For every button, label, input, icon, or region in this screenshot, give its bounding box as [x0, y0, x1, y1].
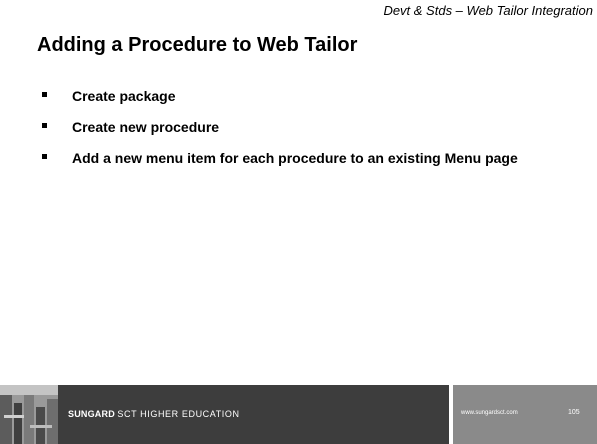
page-number: 105 [568, 409, 580, 416]
bullet-square-icon [42, 123, 47, 128]
bullet-text: Create package [72, 88, 176, 104]
bullet-item: Create package [40, 87, 560, 105]
bullet-item: Create new procedure [40, 118, 560, 136]
bullet-square-icon [42, 92, 47, 97]
brand-division: SCT HIGHER EDUCATION [117, 409, 240, 419]
footer-photo-image [0, 385, 58, 444]
bullet-text: Add a new menu item for each procedure t… [72, 150, 518, 166]
company-logo: SUNGARD SCT HIGHER EDUCATION [68, 409, 240, 419]
footer-band: SUNGARD SCT HIGHER EDUCATION [58, 385, 449, 444]
footer-url: www.sungardsct.com [461, 410, 518, 416]
slide-title: Adding a Procedure to Web Tailor [37, 34, 358, 56]
bullet-square-icon [42, 154, 47, 159]
header-note: Devt & Stds – Web Tailor Integration [383, 3, 593, 18]
bullet-list: Create package Create new procedure Add … [40, 87, 560, 180]
slide: Devt & Stds – Web Tailor Integration Add… [0, 0, 597, 444]
brand-name: SUNGARD [68, 409, 115, 419]
footer: SUNGARD SCT HIGHER EDUCATION www.sungard… [0, 385, 597, 444]
bullet-item: Add a new menu item for each procedure t… [40, 149, 560, 167]
bullet-text: Create new procedure [72, 119, 220, 135]
footer-info-panel: www.sungardsct.com 105 [453, 385, 597, 444]
